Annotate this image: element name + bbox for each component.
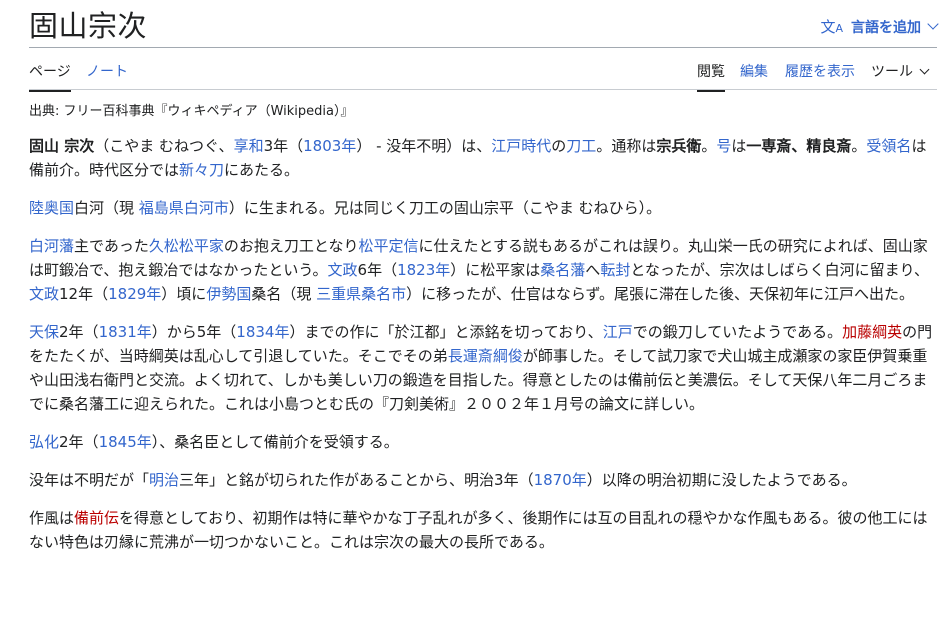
link-swordsmith[interactable]: 刀工 (566, 137, 596, 155)
text: での鍛刀していたようである。 (632, 323, 843, 341)
link-ise[interactable]: 伊勢国 (206, 285, 251, 303)
text: 3年（ (263, 137, 304, 155)
text: を得意としており、初期作は特に華やかな丁子乱れが多く、後期作には互の目乱れの穏や… (29, 509, 928, 551)
text: （こやま むねつぐ、 (94, 137, 234, 155)
link-1823[interactable]: 1823年 (397, 261, 450, 279)
text: 白河（現 (74, 199, 139, 217)
tab-edit[interactable]: 編集 (740, 61, 768, 81)
link-hisamatsu[interactable]: 久松松平家 (149, 237, 224, 255)
text: にあたる。 (224, 161, 300, 179)
paragraph-death: 没年は不明だが「明治三年」と銘が切られた作があることから、明治3年（1870年）… (29, 468, 937, 492)
subject-name: 固山 宗次 (29, 137, 95, 155)
paragraph-koka: 弘化2年（1845年）、桑名臣として備前介を受領する。 (29, 430, 937, 454)
text: 12年（ (59, 285, 109, 303)
page-tabs: ページ ノート 閲覧 編集 履歴を表示 ツール (29, 58, 937, 92)
common-name: 宗兵衛 (656, 137, 702, 155)
text: 。 (701, 137, 717, 155)
text: ）に生まれる。兄は同じく刀工の固山宗平（こやま むねひら）。 (228, 199, 662, 217)
link-go[interactable]: 号 (716, 137, 731, 155)
link-1831[interactable]: 1831年 (99, 323, 152, 341)
link-tenpo-era[interactable]: 天保 (29, 323, 59, 341)
text: ） - 没年不明）は、 (356, 137, 492, 155)
link-shinshinto[interactable]: 新々刀 (179, 161, 224, 179)
link-1870[interactable]: 1870年 (534, 471, 587, 489)
link-matsudaira-sadanobu[interactable]: 松平定信 (358, 237, 418, 255)
redlink-kato-tsunahide[interactable]: 加藤綱英 (842, 323, 902, 341)
article-page: 固山宗次 文A 言語を追加 ページ ノート 閲覧 編集 履歴を表示 ツール 出典… (0, 0, 947, 641)
link-1829[interactable]: 1829年 (108, 285, 161, 303)
link-koka[interactable]: 弘化 (29, 433, 59, 451)
text: ）、桑名臣として備前介を受領する。 (151, 433, 399, 451)
link-1845[interactable]: 1845年 (99, 433, 152, 451)
link-edo[interactable]: 江戸 (603, 323, 633, 341)
link-1803[interactable]: 1803年 (303, 137, 356, 155)
link-juryomei[interactable]: 受領名 (866, 137, 911, 155)
tab-page[interactable]: ページ (29, 61, 71, 92)
text: 没年は不明だが「 (29, 471, 150, 489)
text: ）から5年（ (151, 323, 237, 341)
link-mie[interactable]: 三重県 (316, 285, 361, 303)
text: のお抱え刀工となり (223, 237, 359, 255)
paragraph-style: 作風は備前伝を得意としており、初期作は特に華やかな丁子乱れが多く、後期作には互の… (29, 506, 937, 554)
text: ）までの作に「於江都」と添銘を切っており、 (289, 323, 603, 341)
text: 三年」と銘が切られた作があることから、明治3年（ (179, 471, 534, 489)
link-kyowa[interactable]: 享和 (234, 137, 264, 155)
link-mutsu[interactable]: 陸奥国 (29, 199, 74, 217)
text: 作風は (29, 509, 75, 527)
text: 主であった (74, 237, 149, 255)
chevron-down-icon (927, 17, 939, 30)
text: となったが、宗次はしばらく白河に留まり、 (630, 261, 929, 279)
tab-read[interactable]: 閲覧 (697, 61, 725, 92)
page-title: 固山宗次 (29, 9, 148, 43)
link-meiji[interactable]: 明治 (149, 471, 179, 489)
text: 2年（ (59, 433, 99, 451)
text: 6年（ (357, 261, 398, 279)
title-divider (29, 47, 937, 48)
article-body: 固山 宗次（こやま むねつぐ、享和3年（1803年） - 没年不明）は、江戸時代… (29, 134, 937, 568)
add-language-label: 言語を追加 (851, 19, 921, 36)
text: 。 (851, 137, 867, 155)
tabs-divider (29, 89, 937, 90)
link-bunsei[interactable]: 文政 (29, 285, 59, 303)
link-kuwana-city[interactable]: 桑名市 (361, 285, 406, 303)
tools-menu[interactable]: ツール (871, 61, 930, 81)
text: ）に松平家は (450, 261, 541, 279)
text: 桑名（現 (251, 285, 317, 303)
translate-icon: 文A (820, 18, 843, 36)
paragraph-birth: 陸奥国白河（現 福島県白河市）に生まれる。兄は同じく刀工の固山宗平（こやま むね… (29, 196, 937, 220)
link-edo-period[interactable]: 江戸時代 (491, 137, 551, 155)
link-shirakawa-domain[interactable]: 白河藩 (29, 237, 74, 255)
link-shirakawa-city[interactable]: 白河市 (184, 199, 229, 217)
text: へ (585, 261, 601, 279)
link-1834[interactable]: 1834年 (236, 323, 289, 341)
link-tenpo[interactable]: 転封 (600, 261, 630, 279)
text: ）以降の明治初期に没したようである。 (586, 471, 857, 489)
text: 2年（ (59, 323, 99, 341)
tab-history[interactable]: 履歴を表示 (785, 61, 855, 81)
link-fukushima[interactable]: 福島県 (139, 199, 184, 217)
tab-talk[interactable]: ノート (86, 61, 128, 81)
paragraph-career: 白河藩主であった久松松平家のお抱え刀工となり松平定信に仕えたとする説もあるがこれ… (29, 234, 937, 306)
text: は (731, 137, 747, 155)
add-language-button[interactable]: 文A 言語を追加 (820, 16, 939, 37)
tools-label: ツール (871, 64, 913, 80)
paragraph-intro: 固山 宗次（こやま むねつぐ、享和3年（1803年） - 没年不明）は、江戸時代… (29, 134, 937, 182)
text: 。通称は (596, 137, 657, 155)
link-kuwana-domain[interactable]: 桑名藩 (540, 261, 585, 279)
site-subtitle: 出典: フリー百科事典『ウィキペディア（Wikipedia）』 (29, 104, 354, 119)
chevron-down-icon (919, 64, 930, 75)
text: ）頃に (161, 285, 207, 303)
link-chounsai-tsunatoshi[interactable]: 長運斎綱俊 (448, 347, 523, 365)
text: ）に移ったが、仕官はならず。尾張に滞在した後、天保初年に江戸へ出た。 (406, 285, 915, 303)
text: の (551, 137, 567, 155)
link-bunsei[interactable]: 文政 (328, 261, 358, 279)
paragraph-edo: 天保2年（1831年）から5年（1834年）までの作に「於江都」と添銘を切ってお… (29, 320, 937, 416)
redlink-bizen-den[interactable]: 備前伝 (74, 509, 119, 527)
art-name: 一専斎、精良斎 (746, 137, 852, 155)
